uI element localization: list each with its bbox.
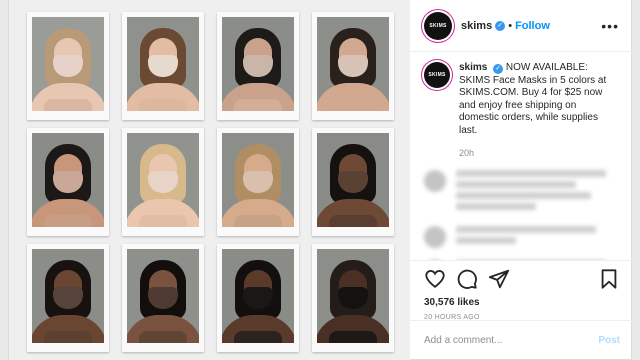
verified-badge-icon: ✓ <box>495 20 506 31</box>
follow-button[interactable]: Follow <box>515 20 550 32</box>
comment-icon[interactable] <box>456 268 478 290</box>
model-portrait <box>127 133 199 227</box>
polaroid-photo <box>217 12 299 120</box>
polaroid-photo <box>122 128 204 236</box>
model-portrait <box>32 133 104 227</box>
separator-dot: • <box>508 19 513 32</box>
verified-badge-icon: ✓ <box>493 64 504 74</box>
model-portrait <box>32 17 104 111</box>
polaroid-photo <box>312 244 394 352</box>
polaroid-photo <box>122 12 204 120</box>
polaroid-photo <box>27 128 109 236</box>
like-count[interactable]: 30,576 likes <box>424 297 620 308</box>
polaroid-photo <box>122 244 204 352</box>
model-portrait <box>222 17 294 111</box>
action-icons <box>424 267 620 291</box>
add-comment-bar: Post <box>410 320 634 360</box>
polaroid-photo <box>217 244 299 352</box>
model-portrait <box>317 249 389 343</box>
comments-section: SKIMS skims ✓ NOW AVAILABLE: SKIMS Face … <box>410 52 633 260</box>
username-link[interactable]: skims <box>461 20 492 32</box>
polaroid-photo <box>312 12 394 120</box>
commenter-avatar <box>424 225 446 248</box>
polaroid-photo <box>27 244 109 352</box>
post-sidebar: SKIMS skims ✓ • Follow ••• SKIMS skims ✓… <box>409 0 634 360</box>
post-actions: 30,576 likes 20 HOURS AGO <box>410 260 634 321</box>
profile-avatar[interactable]: SKIMS <box>424 11 452 40</box>
heart-icon[interactable] <box>424 268 446 290</box>
model-portrait <box>32 249 104 343</box>
model-portrait <box>317 133 389 227</box>
avatar-logo: SKIMS <box>428 72 446 78</box>
avatar-logo: SKIMS <box>429 22 447 29</box>
post-header: SKIMS skims ✓ • Follow ••• <box>410 0 633 52</box>
more-options-icon[interactable]: ••• <box>601 18 619 34</box>
polaroid-grid <box>27 12 394 352</box>
polaroid-photo <box>217 128 299 236</box>
model-portrait <box>127 249 199 343</box>
post-photo[interactable] <box>9 0 409 360</box>
caption-username[interactable]: skims <box>459 62 487 73</box>
caption-body: NOW AVAILABLE: SKIMS Face Masks in 5 col… <box>459 62 607 136</box>
blurred-comment <box>424 225 619 248</box>
caption-time: 20h <box>459 147 475 158</box>
blurred-comment-text <box>456 225 596 248</box>
commenter-avatar <box>424 169 446 192</box>
bookmark-icon[interactable] <box>598 268 620 290</box>
share-icon[interactable] <box>488 268 510 290</box>
caption-text: skims ✓ NOW AVAILABLE: SKIMS Face Masks … <box>459 62 619 138</box>
model-portrait <box>127 17 199 111</box>
caption-avatar[interactable]: SKIMS <box>424 62 450 88</box>
post-frame: SKIMS skims ✓ • Follow ••• SKIMS skims ✓… <box>8 0 634 360</box>
post-comment-button[interactable]: Post <box>598 335 620 346</box>
polaroid-photo <box>312 128 394 236</box>
polaroid-photo <box>27 12 109 120</box>
comment-input[interactable] <box>424 335 599 346</box>
model-portrait <box>222 133 294 227</box>
blurred-comment <box>424 169 619 214</box>
model-portrait <box>222 249 294 343</box>
blurred-comment-text <box>456 169 606 214</box>
model-portrait <box>317 17 389 111</box>
caption: SKIMS skims ✓ NOW AVAILABLE: SKIMS Face … <box>424 62 619 138</box>
